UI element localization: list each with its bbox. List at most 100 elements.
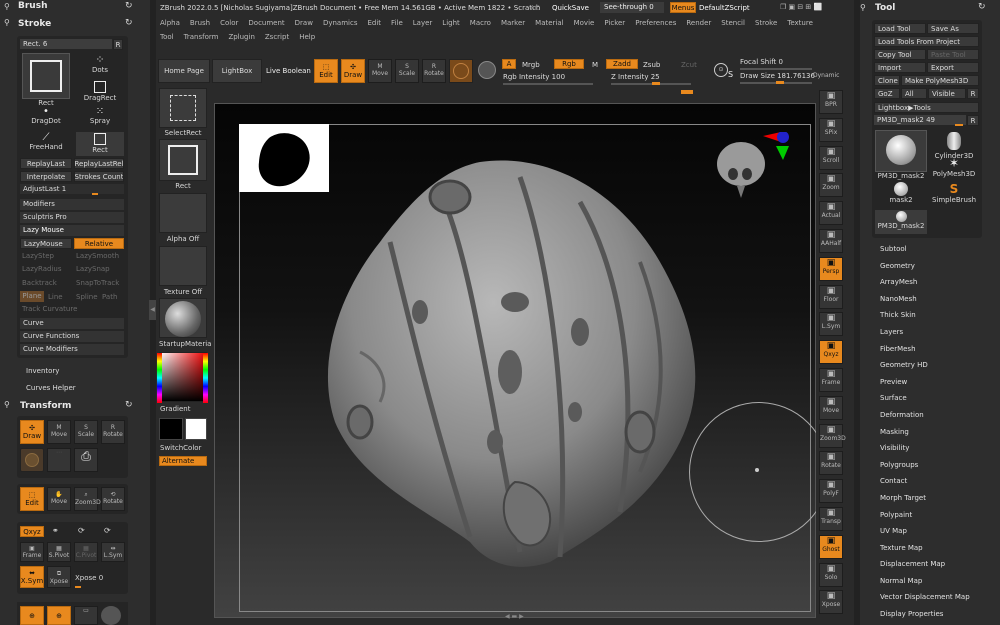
goz-button[interactable]: GoZ xyxy=(874,88,900,99)
stroke-dragrect[interactable]: DragRect xyxy=(76,80,124,104)
clone-button[interactable]: Clone xyxy=(874,75,900,86)
menu-edit[interactable]: Edit xyxy=(367,19,381,27)
right-shelf-aahalf-button[interactable]: ▣ AAHalf xyxy=(819,229,843,253)
left-tray-collapse-arrow[interactable]: ◀ xyxy=(149,300,156,320)
rgb-intensity-slider[interactable]: Rgb Intensity 100 xyxy=(503,73,565,81)
sculpt-mesh[interactable] xyxy=(320,152,720,572)
right-shelf-solo-button[interactable]: ▣ Solo xyxy=(819,562,843,587)
menu-light[interactable]: Light xyxy=(442,19,459,27)
material-sphere-button[interactable] xyxy=(449,59,473,83)
right-shelf-move-button[interactable]: ▣ Move xyxy=(819,395,843,420)
transform-rotate2-button[interactable]: ⟲ Rotate xyxy=(101,487,125,511)
tool-section-deformation[interactable]: Deformation xyxy=(874,407,984,424)
brush-title[interactable]: Brush xyxy=(18,1,47,11)
goz-r-button[interactable]: R xyxy=(967,88,979,99)
menu-document[interactable]: Document xyxy=(248,19,284,27)
right-shelf-transp-button[interactable]: ▣ Transp xyxy=(819,507,843,531)
tool-section-surface[interactable]: Surface xyxy=(874,390,984,407)
select-rect-button[interactable] xyxy=(159,88,207,128)
right-shelf-spix-button[interactable]: ▣ SPix xyxy=(819,117,843,142)
menu-macro[interactable]: Macro xyxy=(470,19,491,27)
stroke-spray[interactable]: ⁙ Spray xyxy=(76,106,124,130)
sculpt-mode-icon[interactable]: ⊙ xyxy=(714,63,728,77)
right-shelf-ghost-button[interactable]: ▣ Ghost xyxy=(819,534,843,559)
right-shelf-l-sym-button[interactable]: ▣ L.Sym xyxy=(819,312,843,337)
right-shelf-polyf-button[interactable]: ▣ PolyF xyxy=(819,479,843,504)
menu-picker[interactable]: Picker xyxy=(604,19,625,27)
canvas-scroll-arrows[interactable]: ◀ ▬ ▶ xyxy=(505,613,524,620)
lazy-smooth-slider[interactable]: LazySmooth xyxy=(76,252,119,260)
toolbar-scale-button[interactable]: S Scale xyxy=(395,59,419,83)
collapse-icon[interactable]: ⚲ xyxy=(4,2,12,11)
toolbar-move-button[interactable]: M Move xyxy=(368,59,392,83)
tool-thumb-pm3d-mask2-b[interactable]: PM3D_mask2 xyxy=(875,210,927,234)
tool-section-texture-map[interactable]: Texture Map xyxy=(874,540,984,557)
texture-button[interactable] xyxy=(159,246,207,286)
tool-section-arraymesh[interactable]: ArrayMesh xyxy=(874,274,984,291)
rect-slider[interactable]: Rect. 6 xyxy=(20,39,112,50)
zadd-button[interactable]: Zadd xyxy=(606,59,638,69)
tool-title[interactable]: Tool xyxy=(875,3,895,13)
right-shelf-qxyz-button[interactable]: ▣ Qxyz xyxy=(819,340,843,365)
save-as-button[interactable]: Save As xyxy=(927,23,979,34)
menu-layer[interactable]: Layer xyxy=(413,19,433,27)
menu-brush[interactable]: Brush xyxy=(190,19,210,27)
stroke-freehand[interactable]: ⟋ FreeHand xyxy=(22,132,70,156)
a-button[interactable]: A xyxy=(502,59,516,69)
menu-color[interactable]: Color xyxy=(220,19,238,27)
load-tool-button[interactable]: Load Tool xyxy=(874,23,926,34)
quicksave-button[interactable]: QuickSave xyxy=(552,4,589,12)
draw-size-slider[interactable]: Draw Size 181.76136 xyxy=(740,72,815,80)
goz-all-button[interactable]: All xyxy=(901,88,927,99)
stroke-pin-icon[interactable]: ↻ xyxy=(125,18,133,28)
tool-section-displacement-map[interactable]: Displacement Map xyxy=(874,556,984,573)
goz-visible-button[interactable]: Visible xyxy=(928,88,966,99)
stroke-rect-selected[interactable] xyxy=(22,53,70,99)
tool-thumb-polymesh3d[interactable]: ✶ PolyMesh3D xyxy=(930,156,978,182)
curve-modifiers-header[interactable]: Curve Modifiers xyxy=(20,344,124,356)
rotate-z-icon[interactable]: ⟳ xyxy=(104,526,111,535)
xpose-slider-handle[interactable] xyxy=(75,586,81,588)
menu-texture[interactable]: Texture xyxy=(787,19,813,27)
right-shelf-floor-button[interactable]: ▣ Floor xyxy=(819,284,843,309)
home-page-button[interactable]: Home Page xyxy=(158,59,210,83)
material-button[interactable] xyxy=(159,298,207,338)
right-shelf-persp-button[interactable]: ▣ Persp xyxy=(819,256,843,281)
brush-pin-icon[interactable]: ↻ xyxy=(125,1,133,11)
menu-render[interactable]: Render xyxy=(686,19,711,27)
menu-movie[interactable]: Movie xyxy=(574,19,595,27)
transform-move2-button[interactable]: ✋ Move xyxy=(47,487,71,511)
menu-tool[interactable]: Tool xyxy=(160,33,174,41)
xpose-button[interactable]: ⧉ Xpose xyxy=(47,566,71,588)
menu-zscript[interactable]: Zscript xyxy=(265,33,289,41)
tool-section-polygroups[interactable]: Polygroups xyxy=(874,457,984,474)
tool-collapse-icon[interactable]: ⚲ xyxy=(860,3,866,12)
hue-bar-right[interactable] xyxy=(203,353,208,403)
tool-section-polypaint[interactable]: Polypaint xyxy=(874,507,984,524)
local-icon[interactable]: ⚭ xyxy=(52,526,59,535)
paste-tool-button[interactable]: Paste Tool xyxy=(927,49,979,60)
line-button[interactable]: Line xyxy=(48,293,63,301)
stroke-rect-small[interactable]: Rect xyxy=(76,132,124,156)
right-shelf-scroll-button[interactable]: ▣ Scroll xyxy=(819,145,843,170)
replay-last-button[interactable]: ReplayLast xyxy=(20,158,72,169)
rotate-y-icon[interactable]: ⟳ xyxy=(78,526,85,535)
menu-help[interactable]: Help xyxy=(299,33,315,41)
transform-scale-button[interactable]: S Scale xyxy=(74,420,98,444)
right-shelf-actual-button[interactable]: ▣ Actual xyxy=(819,201,843,226)
lazy-radius-slider[interactable]: LazyRadius xyxy=(22,265,61,273)
camera-icon[interactable]: ⎙ xyxy=(74,448,98,472)
stroke-title[interactable]: Stroke xyxy=(18,19,51,29)
tool-section-display-properties[interactable]: Display Properties xyxy=(874,606,984,623)
toolbar-edit-button[interactable]: ⬚ Edit xyxy=(314,59,338,83)
right-shelf-xpose-button[interactable]: ▣ Xpose xyxy=(819,590,843,615)
switch-color-button[interactable]: SwitchColor xyxy=(160,444,201,452)
load-tools-from-project-button[interactable]: Load Tools From Project xyxy=(874,36,979,47)
mrgb-button[interactable]: Mrgb xyxy=(522,61,540,69)
tool-section-visibility[interactable]: Visibility xyxy=(874,440,984,457)
menu-dynamics[interactable]: Dynamics xyxy=(323,19,358,27)
lazy-step-slider[interactable]: LazyStep xyxy=(22,252,54,260)
xyz-button[interactable]: Qxyz xyxy=(20,526,44,537)
right-shelf-rotate-button[interactable]: ▣ Rotate xyxy=(819,451,843,476)
tool-section-subtool[interactable]: Subtool xyxy=(874,241,984,258)
